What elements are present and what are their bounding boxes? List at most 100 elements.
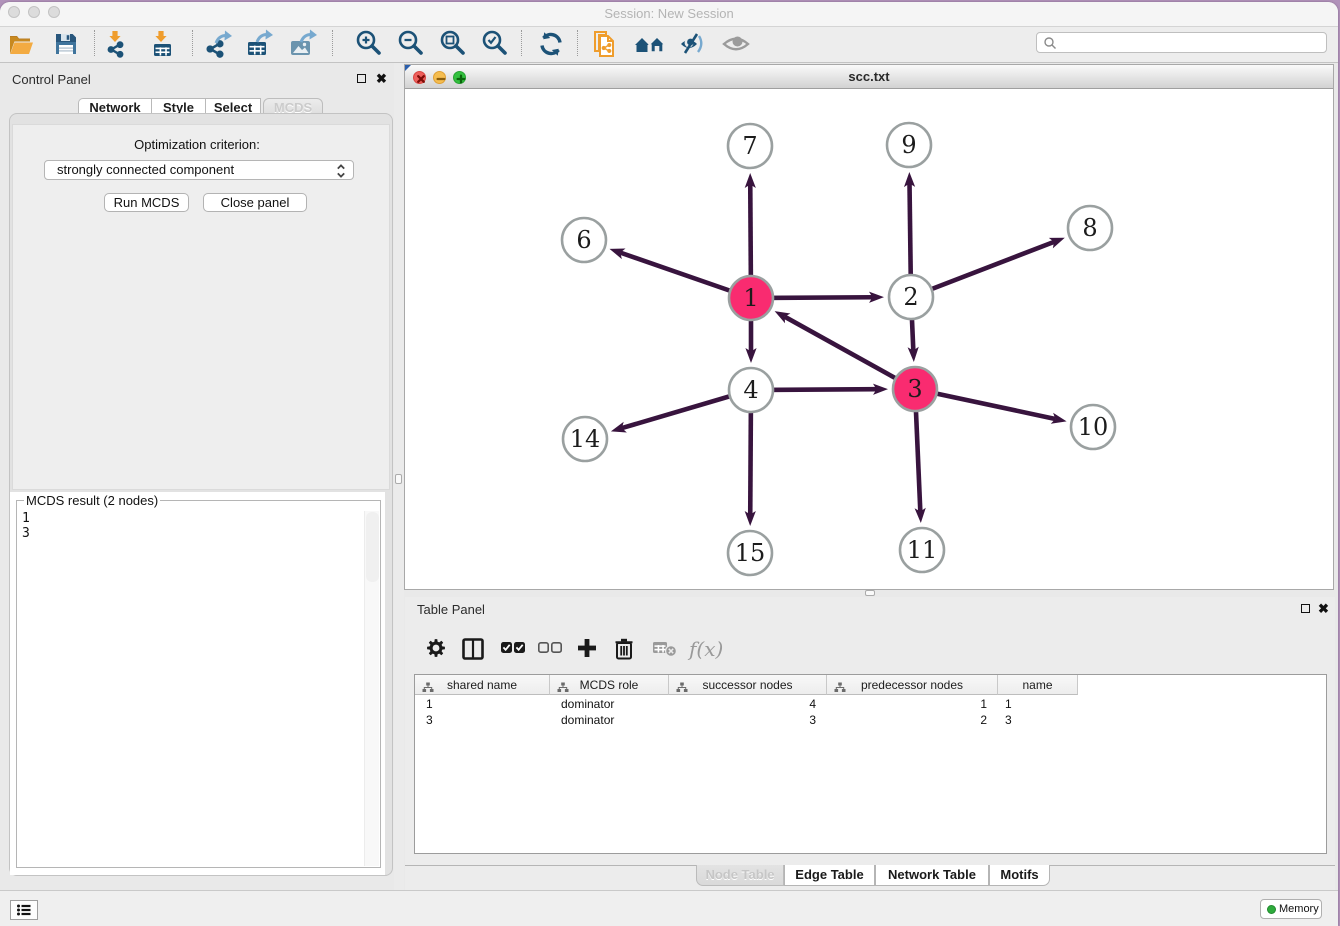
graph-node-3[interactable]: 3: [893, 367, 937, 411]
search-input[interactable]: [1036, 32, 1327, 53]
control-panel-float-icon[interactable]: [357, 74, 366, 83]
horizontal-splitter[interactable]: [404, 590, 1334, 597]
documents-share-icon[interactable]: [591, 29, 621, 59]
table-remove-icon: [652, 637, 678, 664]
table-tab-node-table[interactable]: Node Table: [696, 865, 784, 886]
run-mcds-button[interactable]: Run MCDS: [104, 193, 189, 212]
table-panel-close-icon[interactable]: ✖: [1318, 604, 1329, 614]
screen: Session: New Session: [0, 0, 1340, 926]
zoom-in-icon[interactable]: [354, 29, 384, 59]
add-icon[interactable]: [576, 637, 598, 664]
svg-text:7: 7: [742, 132, 757, 160]
svg-text:14: 14: [570, 425, 601, 453]
zoom-out-icon[interactable]: [396, 29, 426, 59]
table-tab-motifs[interactable]: Motifs: [989, 865, 1050, 886]
import-table-icon[interactable]: [150, 29, 180, 59]
open-session-icon[interactable]: [6, 29, 36, 59]
column-header-name[interactable]: name: [998, 675, 1078, 695]
graph-node-4[interactable]: 4: [729, 368, 773, 412]
close-panel-button[interactable]: Close panel: [203, 193, 307, 212]
hide-eye-icon[interactable]: [677, 29, 707, 59]
table-panel-float-icon[interactable]: [1301, 604, 1310, 613]
cell-successor_nodes-row1[interactable]: 3: [669, 712, 816, 728]
import-network-icon[interactable]: [104, 29, 134, 59]
delete-icon[interactable]: [613, 637, 635, 666]
control-panel: Control Panel ✖ NetworkStyleSelectMCDS O…: [0, 63, 394, 890]
graph-node-2[interactable]: 2: [889, 275, 933, 319]
cell-predecessor_nodes-row0[interactable]: 1: [827, 696, 987, 712]
column-header-successor-nodes[interactable]: successor nodes: [669, 675, 827, 695]
graph-node-9[interactable]: 9: [887, 123, 931, 167]
network-canvas[interactable]: 1 2 3 4 6 7 8 9 10 11 14 15: [405, 89, 1333, 589]
graph-node-7[interactable]: 7: [728, 124, 772, 168]
svg-text:4: 4: [743, 376, 758, 404]
svg-text:1: 1: [743, 284, 758, 312]
eye-icon[interactable]: [721, 29, 751, 59]
toolbar-separator: [521, 30, 522, 56]
result-scrollbar-thumb[interactable]: [366, 512, 379, 582]
cell-mcds_role-row1[interactable]: dominator: [561, 712, 669, 728]
export-table-icon[interactable]: [245, 29, 275, 59]
criterion-select[interactable]: strongly connected component: [44, 160, 354, 180]
mcds-result-panel: MCDS result (2 nodes) 13: [10, 492, 385, 875]
cell-name-row0[interactable]: 1: [1005, 696, 1074, 712]
result-scrollbar[interactable]: [364, 511, 379, 866]
cell-shared_name-row0[interactable]: 1: [426, 696, 550, 712]
panel-list-button[interactable]: [10, 900, 38, 920]
result-line: 1: [22, 511, 30, 526]
graph-node-11[interactable]: 11: [900, 528, 944, 572]
svg-text:3: 3: [907, 375, 922, 403]
checked-boxes-icon[interactable]: [500, 637, 526, 664]
homes-icon[interactable]: [633, 29, 663, 59]
graph-node-6[interactable]: 6: [562, 218, 606, 262]
graph-node-10[interactable]: 10: [1071, 405, 1115, 449]
column-header-shared-name[interactable]: shared name: [415, 675, 550, 695]
table-tab-network-table[interactable]: Network Table: [875, 865, 989, 886]
network-frame-titlebar[interactable]: scc.txt: [405, 65, 1333, 89]
cell-name-row1[interactable]: 3: [1005, 712, 1074, 728]
app-window: Session: New Session: [0, 2, 1338, 926]
table-tab-edge-table[interactable]: Edge Table: [784, 865, 875, 886]
titlebar: Session: New Session: [0, 2, 1338, 27]
status-bar: Memory: [0, 890, 1338, 926]
gear-icon[interactable]: [425, 637, 447, 664]
search-icon: [1043, 36, 1057, 50]
export-image-icon[interactable]: [288, 29, 318, 59]
column-split-icon[interactable]: [461, 637, 485, 666]
unchecked-boxes-icon[interactable]: [537, 637, 563, 664]
graph-node-15[interactable]: 15: [728, 531, 772, 575]
svg-text:15: 15: [735, 539, 766, 567]
cell-successor_nodes-row0[interactable]: 4: [669, 696, 816, 712]
node-table: shared name MCDS role successor nodes pr…: [414, 674, 1327, 854]
cell-shared_name-row1[interactable]: 3: [426, 712, 550, 728]
control-panel-close-icon[interactable]: ✖: [376, 74, 387, 84]
zoom-selected-icon[interactable]: [480, 29, 510, 59]
toolbar-separator: [332, 30, 333, 56]
table-toolbar: f(x): [413, 633, 1327, 675]
vertical-splitter-grip[interactable]: [395, 474, 402, 484]
export-network-icon[interactable]: [204, 29, 234, 59]
save-session-icon[interactable]: [51, 29, 81, 59]
select-chevrons-icon: [335, 163, 347, 179]
toolbar-separator: [192, 30, 193, 56]
toolbar-separator: [94, 30, 95, 56]
cell-mcds_role-row0[interactable]: dominator: [561, 696, 669, 712]
refresh-icon[interactable]: [536, 29, 566, 59]
window-title: Session: New Session: [0, 6, 1338, 21]
result-line: 3: [22, 526, 30, 541]
column-header-MCDS-role[interactable]: MCDS role: [550, 675, 669, 695]
function-icon: f(x): [689, 637, 723, 661]
column-header-predecessor-nodes[interactable]: predecessor nodes: [827, 675, 998, 695]
frame-focus-corner: [405, 65, 411, 71]
vertical-splitter[interactable]: [394, 63, 404, 890]
graph-node-14[interactable]: 14: [563, 417, 607, 461]
graph-node-1[interactable]: 1: [729, 276, 773, 320]
zoom-fit-icon[interactable]: [438, 29, 468, 59]
horizontal-splitter-grip[interactable]: [865, 590, 875, 596]
cell-predecessor_nodes-row1[interactable]: 2: [827, 712, 987, 728]
table-panel: Table Panel ✖ f(x) shared name MCDS role…: [405, 597, 1335, 890]
graph-node-8[interactable]: 8: [1068, 206, 1112, 250]
toolbar-separator: [577, 30, 578, 56]
control-panel-title: Control Panel: [12, 72, 91, 87]
memory-button[interactable]: Memory: [1260, 899, 1322, 919]
